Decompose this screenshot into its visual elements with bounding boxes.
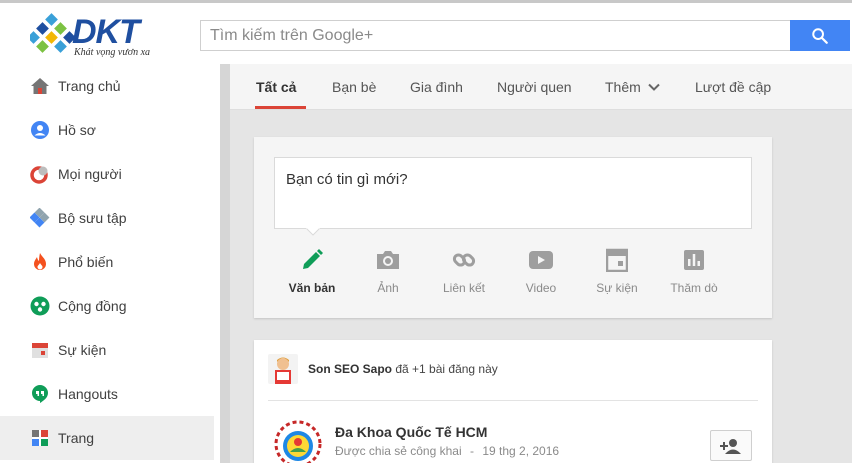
sidebar-item-label: Trang — [58, 430, 95, 446]
author-avatar[interactable] — [274, 420, 322, 463]
communities-icon — [30, 296, 50, 316]
share-action-label: Sự kiện — [596, 281, 638, 295]
pencil-icon — [299, 247, 325, 273]
video-icon — [528, 247, 554, 273]
chevron-down-icon — [648, 83, 660, 91]
post-author-name[interactable]: Đa Khoa Quốc Tế HCM — [335, 424, 487, 440]
tab-more-label: Thêm — [605, 79, 641, 95]
plusone-user-name[interactable]: Son SEO Sapo — [308, 362, 392, 376]
share-action-label: Văn bản — [288, 281, 336, 295]
pages-icon — [30, 428, 50, 448]
share-video-button[interactable]: Video — [501, 247, 581, 295]
share-event-button[interactable]: Sự kiện — [577, 247, 657, 295]
share-action-label: Ảnh — [377, 281, 399, 295]
speech-notch — [306, 228, 320, 236]
event-icon — [604, 247, 630, 273]
share-poll-button[interactable]: Thăm dò — [654, 247, 734, 295]
sidebar-item-collections[interactable]: Bộ sưu tập — [0, 196, 214, 240]
top-bar: DKT Khát vọng vươn xa — [0, 0, 852, 64]
share-prompt-text: Bạn có tin gì mới? — [286, 171, 408, 188]
meta-separator: - — [469, 444, 474, 458]
share-action-label: Video — [525, 281, 557, 295]
post-visibility[interactable]: Được chia sẻ công khai — [335, 444, 462, 458]
share-action-label: Thăm dò — [670, 281, 718, 295]
hangouts-icon — [30, 384, 50, 404]
sidebar-item-popular[interactable]: Phổ biến — [0, 240, 214, 284]
sidebar-item-label: Sự kiện — [58, 342, 107, 358]
sidebar-item-label: Cộng đồng — [58, 298, 127, 314]
post-meta: Được chia sẻ công khai - 19 thg 2, 2016 — [335, 444, 559, 458]
sidebar-item-pages[interactable]: Trang — [0, 416, 214, 460]
stream-tabs: Tất cả Bạn bè Gia đình Người quen Thêm L… — [230, 64, 852, 110]
plusone-action-text: đã +1 bài đăng này — [395, 362, 498, 376]
calendar-icon — [30, 340, 50, 360]
tab-family[interactable]: Gia đình — [410, 64, 463, 110]
collections-icon — [30, 208, 50, 228]
share-text-button[interactable]: Văn bản — [272, 247, 352, 295]
home-icon — [30, 76, 50, 96]
search-button[interactable] — [790, 20, 850, 51]
add-to-circles-button[interactable] — [710, 430, 752, 461]
share-action-label: Liên kết — [442, 281, 486, 295]
tab-more[interactable]: Thêm — [605, 64, 660, 110]
sidebar-item-label: Mọi người — [58, 166, 122, 182]
flame-icon — [30, 252, 50, 272]
sidebar-item-label: Bộ sưu tập — [58, 210, 127, 226]
active-tab-indicator — [255, 106, 306, 109]
post-card: Son SEO Sapo đã +1 bài đăng này Đa Khoa … — [254, 340, 772, 463]
share-box: Bạn có tin gì mới? Văn bản Ảnh Liên kết … — [254, 137, 772, 318]
tab-friends[interactable]: Bạn bè — [332, 64, 376, 110]
sidebar-item-people[interactable]: Mọi người — [0, 152, 214, 196]
sidebar-item-communities[interactable]: Cộng đồng — [0, 284, 214, 328]
post-date[interactable]: 19 thg 2, 2016 — [482, 444, 559, 458]
logo-tagline: Khát vọng vươn xa — [74, 47, 151, 58]
sidebar: Trang chủ Hồ sơ Mọi người Bộ sưu tập Phổ… — [0, 64, 220, 463]
tab-mentions[interactable]: Lượt đề cập — [695, 64, 771, 110]
sidebar-item-label: Phổ biến — [58, 254, 114, 270]
sidebar-item-label: Hangouts — [58, 386, 118, 402]
link-icon — [451, 247, 477, 273]
sidebar-item-label: Trang chủ — [58, 78, 121, 94]
sidebar-scrollbar[interactable] — [220, 64, 230, 463]
dkt-logo[interactable]: DKT Khát vọng vươn xa — [30, 13, 180, 59]
add-person-icon — [720, 438, 741, 454]
sidebar-item-home[interactable]: Trang chủ — [0, 64, 214, 108]
profile-icon — [30, 120, 50, 140]
sidebar-item-hangouts[interactable]: Hangouts — [0, 372, 214, 416]
logo-mark-icon — [30, 13, 74, 53]
card-divider — [268, 400, 758, 401]
camera-icon — [375, 247, 401, 273]
search-icon — [812, 27, 828, 44]
tab-acquaintances[interactable]: Người quen — [497, 64, 572, 110]
plusone-notice: Son SEO Sapo đã +1 bài đăng này — [268, 354, 498, 384]
share-prompt-field[interactable]: Bạn có tin gì mới? — [274, 157, 752, 229]
tab-all[interactable]: Tất cả — [256, 64, 296, 110]
plusone-user-avatar[interactable] — [268, 354, 298, 384]
poll-icon — [681, 247, 707, 273]
people-icon — [30, 164, 50, 184]
sidebar-item-label: Hồ sơ — [58, 122, 96, 138]
share-photo-button[interactable]: Ảnh — [348, 247, 428, 295]
share-link-button[interactable]: Liên kết — [424, 247, 504, 295]
search-box — [200, 20, 790, 51]
search-input[interactable] — [201, 21, 790, 50]
sidebar-item-events[interactable]: Sự kiện — [0, 328, 214, 372]
sidebar-item-profile[interactable]: Hồ sơ — [0, 108, 214, 152]
